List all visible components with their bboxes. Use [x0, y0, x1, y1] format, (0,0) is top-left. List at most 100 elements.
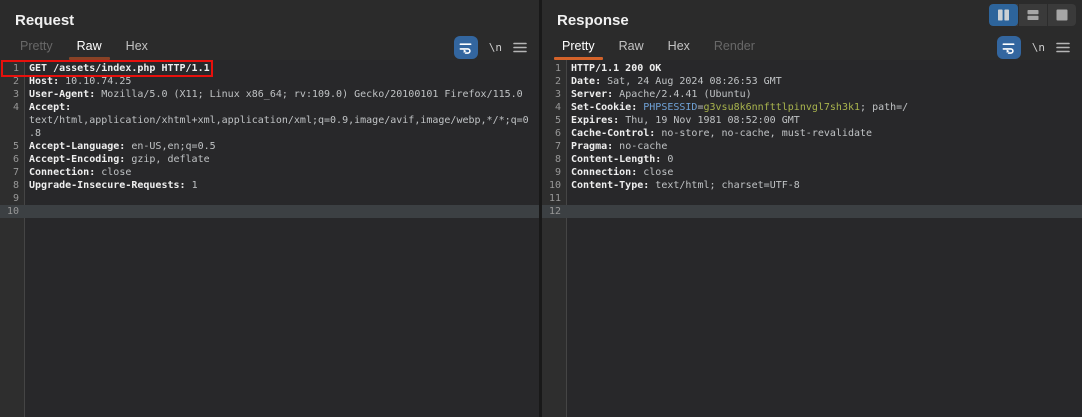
line-number: 10 — [0, 205, 24, 218]
code-line[interactable]: 7Connection: close — [0, 166, 539, 179]
layout-rows-button[interactable] — [1018, 4, 1047, 26]
code-line[interactable]: 10 — [0, 205, 539, 218]
response-tabbar: PrettyRawHexRender \n — [542, 34, 1082, 60]
code-line[interactable]: 1GET /assets/index.php HTTP/1.1 — [0, 62, 539, 75]
code-line[interactable]: 2Host: 10.10.74.25 — [0, 75, 539, 88]
code-line[interactable]: 1HTTP/1.1 200 OK — [542, 62, 1082, 75]
request-panel: Request PrettyRawHex \n — [0, 0, 539, 417]
layout-columns-button[interactable] — [989, 4, 1018, 26]
word-wrap-icon — [458, 40, 473, 55]
line-number: 6 — [542, 127, 566, 140]
code-line[interactable]: 3User-Agent: Mozilla/5.0 (X11; Linux x86… — [0, 88, 539, 101]
line-number: 11 — [542, 192, 566, 205]
response-code-lines: 1HTTP/1.1 200 OK2Date: Sat, 24 Aug 2024 … — [542, 62, 1082, 218]
request-tabs: PrettyRawHex — [8, 34, 160, 60]
line-number: 6 — [0, 153, 24, 166]
tab-pretty[interactable]: Pretty — [550, 34, 607, 60]
code-line[interactable]: 4Accept: — [0, 101, 539, 114]
code-line[interactable]: 5Expires: Thu, 19 Nov 1981 08:52:00 GMT — [542, 114, 1082, 127]
line-number — [0, 127, 24, 140]
code-line[interactable]: 9 — [0, 192, 539, 205]
editor-menu-button[interactable] — [1056, 42, 1070, 53]
word-wrap-button[interactable] — [997, 36, 1021, 59]
single-pane-icon — [1056, 9, 1068, 21]
response-panel: Response PrettyRawHexRender \n — [542, 0, 1082, 417]
message-editor-split: Request PrettyRawHex \n — [0, 0, 1082, 417]
code-text: Content-Length: 0 — [566, 153, 673, 166]
code-text: Connection: close — [566, 166, 673, 179]
code-text — [24, 205, 29, 218]
line-number: 8 — [0, 179, 24, 192]
request-code-lines: 1GET /assets/index.php HTTP/1.12Host: 10… — [0, 62, 539, 218]
code-text: HTTP/1.1 200 OK — [566, 62, 661, 75]
line-number: 10 — [542, 179, 566, 192]
layout-single-button[interactable] — [1047, 4, 1076, 26]
tab-hex[interactable]: Hex — [114, 34, 160, 60]
code-text: Accept-Encoding: gzip, deflate — [24, 153, 210, 166]
code-text: Date: Sat, 24 Aug 2024 08:26:53 GMT — [566, 75, 782, 88]
word-wrap-icon — [1001, 40, 1016, 55]
code-line[interactable]: text/html,application/xhtml+xml,applicat… — [0, 114, 539, 127]
split-rows-icon — [1027, 9, 1039, 21]
code-text: GET /assets/index.php HTTP/1.1 — [24, 62, 210, 75]
newline-toggle[interactable]: \n — [489, 41, 502, 54]
word-wrap-button[interactable] — [454, 36, 478, 59]
response-editor-toolbar: \n — [997, 34, 1082, 60]
code-line[interactable]: 6Cache-Control: no-store, no-cache, must… — [542, 127, 1082, 140]
line-number: 8 — [542, 153, 566, 166]
code-line[interactable]: 11 — [542, 192, 1082, 205]
line-number — [0, 114, 24, 127]
code-line[interactable]: 5Accept-Language: en-US,en;q=0.5 — [0, 140, 539, 153]
tab-pretty[interactable]: Pretty — [8, 34, 65, 60]
code-line[interactable]: 12 — [542, 205, 1082, 218]
tab-raw[interactable]: Raw — [607, 34, 656, 60]
code-line[interactable]: 3Server: Apache/2.4.41 (Ubuntu) — [542, 88, 1082, 101]
code-line[interactable]: 7Pragma: no-cache — [542, 140, 1082, 153]
code-text: User-Agent: Mozilla/5.0 (X11; Linux x86_… — [24, 88, 523, 101]
code-line[interactable]: 4Set-Cookie: PHPSESSID=g3vsu8k6nnfttlpin… — [542, 101, 1082, 114]
code-line[interactable]: 8Upgrade-Insecure-Requests: 1 — [0, 179, 539, 192]
code-text: Server: Apache/2.4.41 (Ubuntu) — [566, 88, 752, 101]
line-number: 3 — [0, 88, 24, 101]
line-number: 7 — [542, 140, 566, 153]
code-text: Pragma: no-cache — [566, 140, 667, 153]
line-number: 2 — [0, 75, 24, 88]
code-text: Set-Cookie: PHPSESSID=g3vsu8k6nnfttlpinv… — [566, 101, 908, 114]
code-line[interactable]: 8Content-Length: 0 — [542, 153, 1082, 166]
code-text: text/html,application/xhtml+xml,applicat… — [24, 114, 529, 127]
line-number: 2 — [542, 75, 566, 88]
tab-hex[interactable]: Hex — [656, 34, 702, 60]
line-number: 4 — [0, 101, 24, 114]
tab-render[interactable]: Render — [702, 34, 767, 60]
request-editor[interactable]: 1GET /assets/index.php HTTP/1.12Host: 10… — [0, 60, 539, 417]
layout-view-controls — [989, 4, 1076, 26]
response-editor[interactable]: 1HTTP/1.1 200 OK2Date: Sat, 24 Aug 2024 … — [542, 60, 1082, 417]
line-number: 3 — [542, 88, 566, 101]
editor-menu-button[interactable] — [513, 42, 527, 53]
request-panel-title: Request — [0, 0, 539, 34]
split-columns-icon — [997, 9, 1010, 21]
code-text: Cache-Control: no-store, no-cache, must-… — [566, 127, 872, 140]
tab-raw[interactable]: Raw — [65, 34, 114, 60]
line-number: 12 — [542, 205, 566, 218]
code-text: Expires: Thu, 19 Nov 1981 08:52:00 GMT — [566, 114, 800, 127]
request-tabbar: PrettyRawHex \n — [0, 34, 539, 60]
code-text: Upgrade-Insecure-Requests: 1 — [24, 179, 198, 192]
code-line[interactable]: .8 — [0, 127, 539, 140]
code-text — [566, 205, 571, 218]
request-editor-toolbar: \n — [454, 34, 539, 60]
code-line[interactable]: 6Accept-Encoding: gzip, deflate — [0, 153, 539, 166]
line-number: 9 — [0, 192, 24, 205]
line-number: 7 — [0, 166, 24, 179]
line-number: 5 — [542, 114, 566, 127]
code-line[interactable]: 10Content-Type: text/html; charset=UTF-8 — [542, 179, 1082, 192]
code-text: Content-Type: text/html; charset=UTF-8 — [566, 179, 800, 192]
code-line[interactable]: 9Connection: close — [542, 166, 1082, 179]
hamburger-menu-icon — [513, 42, 527, 53]
newline-toggle[interactable]: \n — [1032, 41, 1045, 54]
code-text — [566, 192, 571, 205]
line-number: 5 — [0, 140, 24, 153]
code-line[interactable]: 2Date: Sat, 24 Aug 2024 08:26:53 GMT — [542, 75, 1082, 88]
code-text: .8 — [24, 127, 41, 140]
line-number: 9 — [542, 166, 566, 179]
